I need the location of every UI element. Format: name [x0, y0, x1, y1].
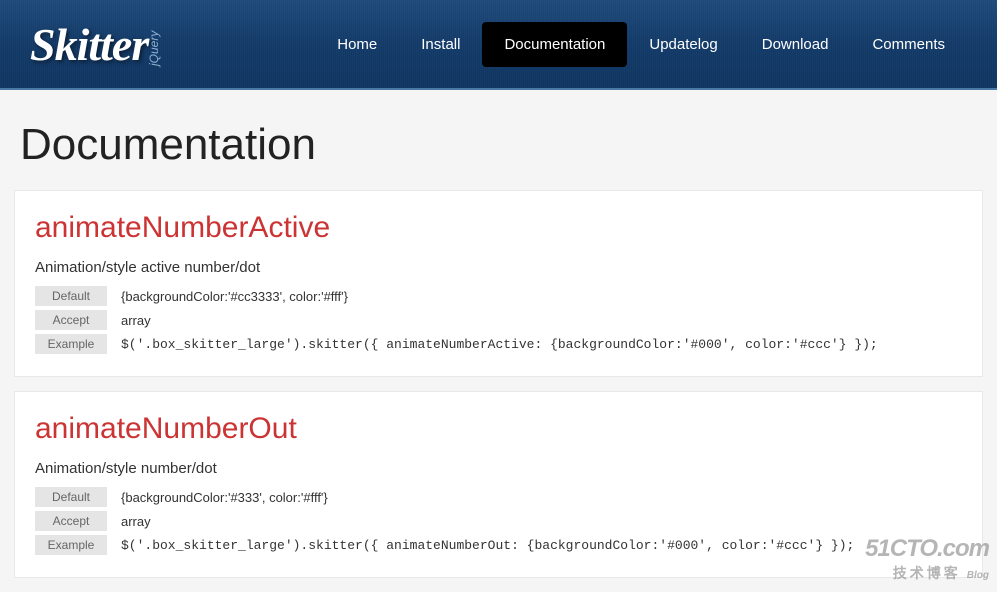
nav-install[interactable]: Install — [399, 22, 482, 67]
label-example: Example — [35, 334, 107, 354]
doc-row-default: Default {backgroundColor:'#333', color:'… — [35, 487, 962, 507]
label-example: Example — [35, 535, 107, 555]
nav-home[interactable]: Home — [315, 22, 399, 67]
doc-option-title: animateNumberOut — [35, 412, 962, 446]
doc-section: animateNumberActive Animation/style acti… — [14, 190, 983, 377]
doc-description: Animation/style number/dot — [35, 460, 962, 477]
doc-row-example: Example $('.box_skitter_large').skitter(… — [35, 334, 962, 354]
doc-row-accept: Accept array — [35, 310, 962, 330]
doc-section: animateNumberOut Animation/style number/… — [14, 391, 983, 578]
label-default: Default — [35, 487, 107, 507]
label-accept: Accept — [35, 310, 107, 330]
doc-description: Animation/style active number/dot — [35, 259, 962, 276]
doc-row-accept: Accept array — [35, 511, 962, 531]
value-example: $('.box_skitter_large').skitter({ animat… — [121, 337, 878, 352]
value-accept: array — [121, 514, 151, 529]
header: Skitter jQuery Home Install Documentatio… — [0, 0, 997, 90]
nav-comments[interactable]: Comments — [850, 22, 967, 67]
doc-row-example: Example $('.box_skitter_large').skitter(… — [35, 535, 962, 555]
value-accept: array — [121, 313, 151, 328]
nav-updatelog[interactable]: Updatelog — [627, 22, 739, 67]
page-title: Documentation — [0, 90, 997, 190]
doc-option-title: animateNumberActive — [35, 211, 962, 245]
label-default: Default — [35, 286, 107, 306]
logo-subtitle: jQuery — [147, 31, 161, 66]
label-accept: Accept — [35, 511, 107, 531]
main-nav: Home Install Documentation Updatelog Dow… — [315, 22, 967, 67]
doc-row-default: Default {backgroundColor:'#cc3333', colo… — [35, 286, 962, 306]
value-default: {backgroundColor:'#cc3333', color:'#fff'… — [121, 289, 348, 304]
logo[interactable]: Skitter — [30, 18, 148, 71]
nav-documentation[interactable]: Documentation — [482, 22, 627, 67]
value-default: {backgroundColor:'#333', color:'#fff'} — [121, 490, 328, 505]
nav-download[interactable]: Download — [740, 22, 851, 67]
value-example: $('.box_skitter_large').skitter({ animat… — [121, 538, 854, 553]
